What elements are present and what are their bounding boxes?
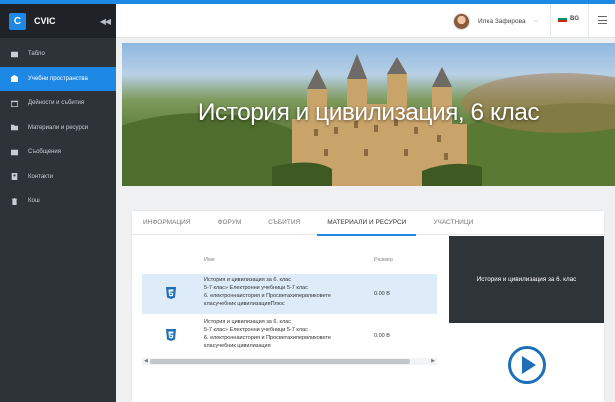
message-icon xyxy=(11,149,18,156)
chevron-down-icon[interactable]: ⌵ xyxy=(534,18,539,25)
table-row[interactable]: История и цивилизация за 6. клас 5-7 кла… xyxy=(142,274,437,314)
sidebar-item-materials[interactable]: Материали и ресурси xyxy=(0,116,116,141)
header-divider xyxy=(588,4,589,38)
user-name[interactable]: Илка Зафирова xyxy=(478,18,526,25)
scrollbar-thumb[interactable] xyxy=(150,359,410,364)
course-tabs: ИНФОРМАЦИЯ ФОРУМ СЪБИТИЯ МАТЕРИАЛИ И РЕС… xyxy=(132,211,604,236)
sidebar-item-dashboard[interactable]: Табло xyxy=(0,42,116,67)
play-button[interactable] xyxy=(508,346,546,384)
collapse-sidebar-icon[interactable]: ◀◀ xyxy=(100,17,111,26)
header-divider xyxy=(550,4,551,38)
sidebar-item-label: Табло xyxy=(28,51,45,58)
sidebar-item-activities[interactable]: Дейности и събития xyxy=(0,91,116,116)
scroll-right-icon[interactable]: ▶ xyxy=(431,358,435,365)
sidebar-item-label: Дейности и събития xyxy=(28,100,85,107)
tab-participants[interactable]: УЧАСТНИЦИ xyxy=(433,211,473,235)
language-label: BG xyxy=(570,16,579,22)
brand-bar: C CVIC ◀◀ xyxy=(0,4,116,38)
sidebar-item-label: Учебни пространства xyxy=(28,75,88,82)
sidebar-item-label: Контакти xyxy=(28,173,53,180)
sidebar-item-label: Кош xyxy=(28,198,40,205)
course-banner: История и цивилизация, 6 клас xyxy=(122,43,615,186)
sidebar-item-learning-spaces[interactable]: Учебни пространства xyxy=(0,66,116,91)
sidebar-item-contacts[interactable]: Контакти xyxy=(0,165,116,190)
tab-forum[interactable]: ФОРУМ xyxy=(218,211,242,235)
course-content-card: ИНФОРМАЦИЯ ФОРУМ СЪБИТИЯ МАТЕРИАЛИ И РЕС… xyxy=(132,211,604,402)
sidebar-item-label: Материали и ресурси xyxy=(28,124,89,131)
folder-icon xyxy=(11,124,18,131)
tab-materials-resources[interactable]: МАТЕРИАЛИ И РЕСУРСИ xyxy=(317,211,417,236)
html5-file-icon xyxy=(166,329,176,341)
scroll-left-icon[interactable]: ◀ xyxy=(144,358,148,365)
bulgaria-flag-icon xyxy=(558,16,567,22)
resource-preview: История и цивилизация за 6. клас xyxy=(449,236,604,402)
dashboard-icon xyxy=(11,51,18,58)
horizontal-scrollbar[interactable]: ◀ ▶ xyxy=(142,358,437,365)
tab-events[interactable]: СЪБИТИЯ xyxy=(268,211,300,235)
contacts-icon xyxy=(11,173,18,181)
app-name: CVIC xyxy=(34,16,56,26)
trash-icon xyxy=(11,197,18,205)
column-header-size[interactable]: Размер xyxy=(374,257,393,263)
column-header-name[interactable]: Име xyxy=(204,257,215,263)
sidebar-nav: Табло Учебни пространства Дейности и съб… xyxy=(0,42,116,214)
file-list: Име Размер История и цивилизация за 6. к… xyxy=(132,236,449,402)
app-logo[interactable]: C xyxy=(9,12,26,30)
file-size: 0.00 B xyxy=(374,333,390,339)
avatar[interactable] xyxy=(453,12,470,30)
play-icon xyxy=(522,356,536,374)
top-header: Илка Зафирова ⌵ BG xyxy=(116,4,615,38)
school-icon xyxy=(11,75,18,83)
table-row[interactable]: История и цивилизация за 6. клас 5-7 кла… xyxy=(142,316,437,356)
course-title: История и цивилизация, 6 клас xyxy=(197,99,540,126)
language-selector[interactable]: BG xyxy=(558,16,579,22)
file-name[interactable]: История и цивилизация за 6. клас 5-7 кла… xyxy=(204,276,374,308)
sidebar-item-messages[interactable]: Съобщения xyxy=(0,140,116,165)
menu-icon[interactable] xyxy=(598,16,607,24)
file-name[interactable]: История и цивилизация за 6. клас 5-7 кла… xyxy=(204,318,374,350)
sidebar: C CVIC ◀◀ Табло Учебни пространства Дейн… xyxy=(0,4,116,402)
user-menu[interactable]: Илка Зафирова ⌵ xyxy=(453,11,538,31)
tab-information[interactable]: ИНФОРМАЦИЯ xyxy=(143,211,191,235)
calendar-icon xyxy=(11,100,18,107)
sidebar-item-trash[interactable]: Кош xyxy=(0,189,116,214)
html5-file-icon xyxy=(166,287,176,299)
sidebar-item-label: Съобщения xyxy=(28,149,61,156)
file-size: 0.00 B xyxy=(374,291,390,297)
preview-title: История и цивилизация за 6. клас xyxy=(449,236,604,323)
